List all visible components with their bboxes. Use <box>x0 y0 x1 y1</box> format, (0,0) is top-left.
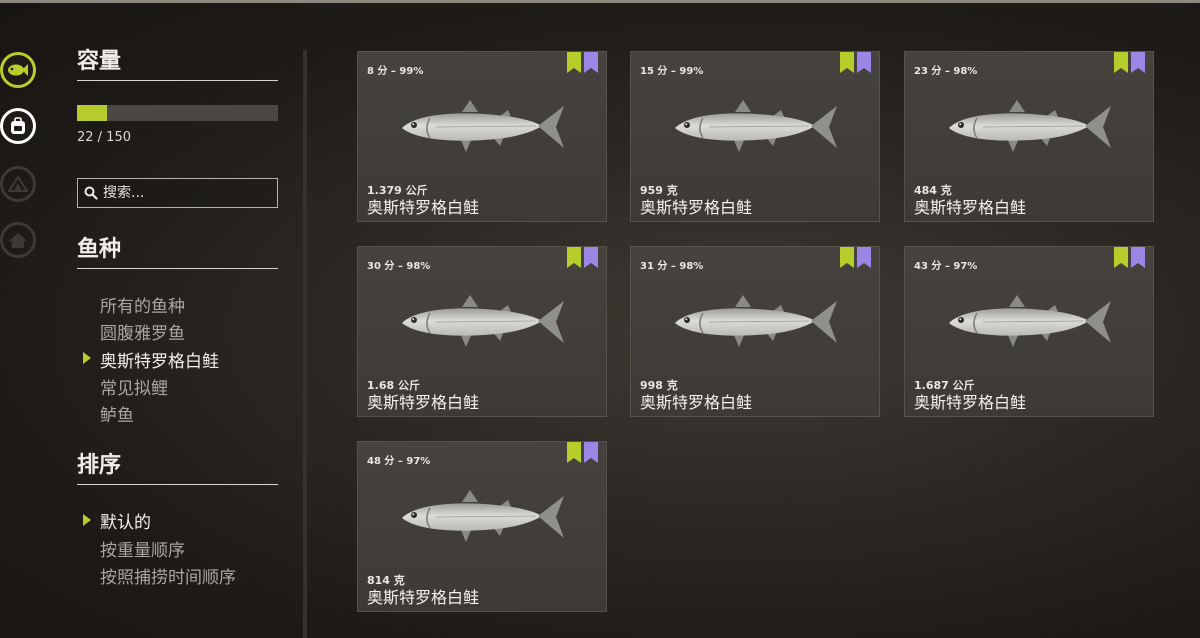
fish-icon[interactable] <box>0 52 36 88</box>
green-ribbon-icon <box>840 52 854 73</box>
fish-score: 30 分 – 98% <box>367 261 431 272</box>
fish-card[interactable]: 15 分 – 99% 959 克 奥斯特罗格白鲑 <box>630 51 880 222</box>
fish-badges <box>567 247 598 268</box>
fish-card[interactable]: 30 分 – 98% 1.68 公斤 奥斯特罗格白鲑 <box>357 246 607 417</box>
green-ribbon-icon <box>1114 52 1128 73</box>
species-item-ide[interactable]: 圆腹雅罗鱼 <box>100 319 185 344</box>
fish-image <box>396 289 568 355</box>
sort-item-by-catch-time[interactable]: 按照捕捞时间顺序 <box>100 563 236 588</box>
capacity-count: 22 / 150 <box>77 130 131 145</box>
fish-card[interactable]: 31 分 – 98% 998 克 奥斯特罗格白鲑 <box>630 246 880 417</box>
fish-score: 48 分 – 97% <box>367 456 431 467</box>
search-input[interactable] <box>103 185 263 201</box>
fish-name: 奥斯特罗格白鲑 <box>367 393 480 412</box>
green-ribbon-icon <box>567 442 581 463</box>
fish-score: 15 分 – 99% <box>640 66 704 77</box>
purple-ribbon-icon <box>1131 52 1145 73</box>
green-ribbon-icon <box>840 247 854 268</box>
fish-image <box>396 94 568 160</box>
species-divider <box>77 268 278 269</box>
species-item-all[interactable]: 所有的鱼种 <box>100 292 185 317</box>
fish-score: 23 分 – 98% <box>914 66 978 77</box>
fish-name: 奥斯特罗格白鲑 <box>914 198 1027 217</box>
purple-ribbon-icon <box>1131 247 1145 268</box>
fish-name: 奥斯特罗格白鲑 <box>640 393 753 412</box>
fish-badges <box>840 52 871 73</box>
fish-badges <box>567 442 598 463</box>
fish-card[interactable]: 8 分 – 99% 1.379 公斤 奥斯特罗格白鲑 <box>357 51 607 222</box>
fish-badges <box>567 52 598 73</box>
sort-title: 排序 <box>77 453 122 478</box>
fish-name: 奥斯特罗格白鲑 <box>367 198 480 217</box>
selected-arrow-icon <box>83 352 91 364</box>
backpack-icon[interactable] <box>0 108 36 144</box>
search-box[interactable] <box>77 178 278 208</box>
fish-name: 奥斯特罗格白鲑 <box>640 198 753 217</box>
sort-item-default[interactable]: 默认的 <box>100 508 151 533</box>
purple-ribbon-icon <box>584 52 598 73</box>
sort-item-by-weight[interactable]: 按重量顺序 <box>100 536 185 561</box>
fish-badges <box>1114 247 1145 268</box>
capacity-divider <box>77 80 278 81</box>
fish-card[interactable]: 48 分 – 97% 814 克 奥斯特罗格白鲑 <box>357 441 607 612</box>
green-ribbon-icon <box>567 247 581 268</box>
capacity-title: 容量 <box>77 49 122 74</box>
selected-arrow-icon <box>83 514 91 526</box>
species-section: 鱼种 <box>77 232 279 269</box>
purple-ribbon-icon <box>857 52 871 73</box>
window-top-edge <box>0 0 1200 3</box>
fish-image <box>669 94 841 160</box>
species-item-roach[interactable]: 常见拟鲤 <box>100 374 168 399</box>
species-title: 鱼种 <box>77 237 122 262</box>
green-ribbon-icon <box>567 52 581 73</box>
fish-card[interactable]: 23 分 – 98% 484 克 奥斯特罗格白鲑 <box>904 51 1154 222</box>
fish-image <box>396 484 568 550</box>
sort-section: 排序 <box>77 448 279 485</box>
species-item-perch[interactable]: 鲈鱼 <box>100 401 134 426</box>
panel-divider <box>303 50 307 638</box>
capacity-section: 容量 <box>77 44 279 81</box>
fish-score: 31 分 – 98% <box>640 261 704 272</box>
purple-ribbon-icon <box>584 442 598 463</box>
fish-badges <box>840 247 871 268</box>
sort-divider <box>77 484 278 485</box>
camp-icon[interactable] <box>0 166 36 202</box>
fish-card[interactable]: 43 分 – 97% 1.687 公斤 奥斯特罗格白鲑 <box>904 246 1154 417</box>
fish-image <box>943 289 1115 355</box>
search-icon <box>84 186 98 200</box>
fish-score: 43 分 – 97% <box>914 261 978 272</box>
fish-image <box>943 94 1115 160</box>
fish-image <box>669 289 841 355</box>
fish-name: 奥斯特罗格白鲑 <box>914 393 1027 412</box>
home-icon[interactable] <box>0 222 36 258</box>
capacity-bar-fill <box>77 105 107 121</box>
fish-name: 奥斯特罗格白鲑 <box>367 588 480 607</box>
green-ribbon-icon <box>1114 247 1128 268</box>
fish-score: 8 分 – 99% <box>367 66 424 77</box>
fish-badges <box>1114 52 1145 73</box>
purple-ribbon-icon <box>584 247 598 268</box>
species-item-ostrog-whitefish[interactable]: 奥斯特罗格白鲑 <box>100 347 219 372</box>
capacity-bar <box>77 105 278 121</box>
purple-ribbon-icon <box>857 247 871 268</box>
